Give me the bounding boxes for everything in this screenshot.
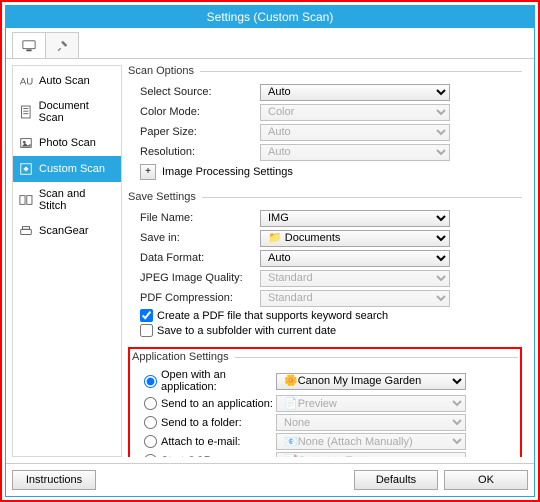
radio-send-folder[interactable] xyxy=(144,416,157,429)
application-settings-highlight: Application Settings Open with an applic… xyxy=(128,347,522,457)
sidebar-item-label: Photo Scan xyxy=(39,137,96,149)
select-source[interactable]: Auto xyxy=(260,84,450,101)
instructions-button[interactable]: Instructions xyxy=(12,470,96,490)
defaults-button[interactable]: Defaults xyxy=(354,470,438,490)
photo-icon xyxy=(19,136,33,150)
radio-send-app[interactable] xyxy=(144,397,157,410)
label-image-processing: Image Processing Settings xyxy=(162,166,293,178)
monitor-icon xyxy=(22,39,36,53)
bottom-bar: Instructions Defaults OK xyxy=(6,463,534,496)
expand-image-processing[interactable]: + xyxy=(140,164,156,180)
select-resolution: Auto xyxy=(260,144,450,161)
label-start-ocr: Start OCR: xyxy=(161,455,215,458)
sidebar-item-label: Document Scan xyxy=(39,100,115,124)
radio-attach-mail[interactable] xyxy=(144,435,157,448)
sidebar-item-document-scan[interactable]: Document Scan xyxy=(13,94,121,130)
auto-icon: AUTO xyxy=(19,74,33,88)
chk-subfolder-date[interactable] xyxy=(140,324,153,337)
sidebar-item-label: ScanGear xyxy=(39,225,89,237)
sidebar-item-custom-scan[interactable]: Custom Scan xyxy=(13,156,121,182)
sidebar-item-auto-scan[interactable]: AUTO Auto Scan xyxy=(13,68,121,94)
select-open-app[interactable]: 🌼Canon My Image Garden xyxy=(276,373,466,390)
sidebar: AUTO Auto Scan Document Scan Photo Scan … xyxy=(12,65,122,457)
select-jpeg-quality: Standard xyxy=(260,270,450,287)
group-legend: Save Settings xyxy=(128,191,202,203)
group-legend: Application Settings xyxy=(132,351,235,363)
select-send-app: 📄Preview xyxy=(276,395,466,412)
stitch-icon xyxy=(19,193,33,207)
sidebar-item-scan-and-stitch[interactable]: Scan and Stitch xyxy=(13,182,121,218)
label-resolution: Resolution: xyxy=(140,146,260,158)
select-save-in[interactable]: 📁 Documents xyxy=(260,230,450,247)
tab-scan-from-computer[interactable] xyxy=(12,32,46,58)
sidebar-item-photo-scan[interactable]: Photo Scan xyxy=(13,130,121,156)
label-file-name: File Name: xyxy=(140,212,260,224)
titlebar: Settings (Custom Scan) xyxy=(6,6,534,28)
tab-general-settings[interactable] xyxy=(45,32,79,58)
group-legend: Scan Options xyxy=(128,65,200,77)
sidebar-item-label: Custom Scan xyxy=(39,163,105,175)
select-data-format[interactable]: Auto xyxy=(260,250,450,267)
select-attach-mail: 📧None (Attach Manually) xyxy=(276,433,466,450)
select-start-ocr: 📝Output to Text xyxy=(276,452,466,457)
label-select-source: Select Source: xyxy=(140,86,260,98)
application-settings-group: Application Settings Open with an applic… xyxy=(132,351,518,457)
label-open-app: Open with an application: xyxy=(161,369,276,393)
document-icon xyxy=(19,105,33,119)
scan-options-group: Scan Options Select Source: Auto Color M… xyxy=(128,65,522,185)
label-paper-size: Paper Size: xyxy=(140,126,260,138)
tools-icon xyxy=(55,39,69,53)
label-send-app: Send to an application: xyxy=(161,398,273,410)
label-jpeg-quality: JPEG Image Quality: xyxy=(140,272,260,284)
save-settings-group: Save Settings File Name: IMG Save in: 📁 … xyxy=(128,191,522,341)
radio-open-app[interactable] xyxy=(144,375,157,388)
label-pdf-keyword: Create a PDF file that supports keyword … xyxy=(157,310,388,322)
sidebar-item-label: Auto Scan xyxy=(39,75,90,87)
select-color-mode: Color xyxy=(260,104,450,121)
label-send-folder: Send to a folder: xyxy=(161,417,242,429)
select-send-folder: None xyxy=(276,414,466,431)
label-data-format: Data Format: xyxy=(140,252,260,264)
label-subfolder-date: Save to a subfolder with current date xyxy=(157,325,336,337)
sidebar-item-label: Scan and Stitch xyxy=(39,188,115,212)
settings-window: Settings (Custom Scan) AUTO Auto Scan Do… xyxy=(5,5,535,497)
label-save-in: Save in: xyxy=(140,232,260,244)
label-attach-mail: Attach to e-mail: xyxy=(161,436,240,448)
label-color-mode: Color Mode: xyxy=(140,106,260,118)
main-panel: Scan Options Select Source: Auto Color M… xyxy=(128,65,528,457)
label-pdf-compression: PDF Compression: xyxy=(140,292,260,304)
select-paper-size: Auto xyxy=(260,124,450,141)
chk-pdf-keyword[interactable] xyxy=(140,309,153,322)
scangear-icon xyxy=(19,224,33,238)
radio-start-ocr[interactable] xyxy=(144,454,157,457)
select-pdf-compression: Standard xyxy=(260,290,450,307)
file-name-input[interactable]: IMG xyxy=(260,210,450,227)
mode-tabs xyxy=(6,28,534,59)
sidebar-item-scangear[interactable]: ScanGear xyxy=(13,218,121,244)
ok-button[interactable]: OK xyxy=(444,470,528,490)
svg-text:AUTO: AUTO xyxy=(20,77,33,88)
custom-icon xyxy=(19,162,33,176)
